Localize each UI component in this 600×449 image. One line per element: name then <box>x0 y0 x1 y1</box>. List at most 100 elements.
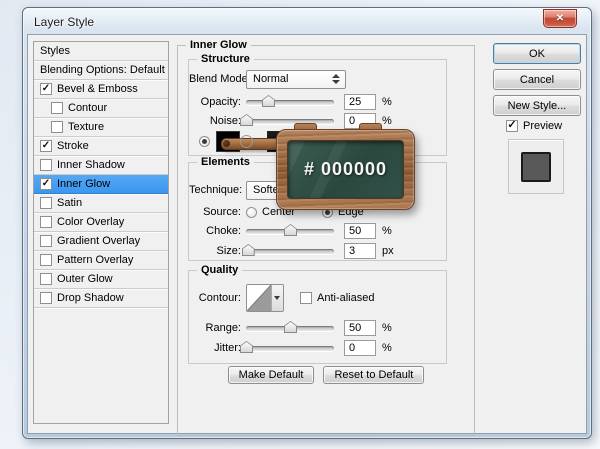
choke-row: Choke: % <box>189 221 442 241</box>
style-preview-swatch <box>521 152 551 182</box>
layer-style-dialog: Layer Style ✕ Styles Blending Options: D… <box>22 7 592 439</box>
size-unit: px <box>382 245 394 257</box>
contour-row: Contour: Anti-aliased <box>189 283 442 313</box>
sidebar-item-drop-shadow[interactable]: Drop Shadow <box>34 289 168 308</box>
opacity-slider[interactable] <box>246 95 334 109</box>
slider-track[interactable] <box>246 119 334 124</box>
sidebar-item-contour[interactable]: Contour <box>34 99 168 118</box>
updown-arrows-icon <box>332 73 340 85</box>
anti-aliased-checkbox[interactable] <box>300 292 312 304</box>
sidebar-item-pattern-overlay[interactable]: Pattern Overlay <box>34 251 168 270</box>
choke-unit: % <box>382 225 392 237</box>
unchecked-checkbox-icon[interactable] <box>40 235 52 247</box>
chevron-down-icon[interactable] <box>271 285 283 311</box>
range-slider[interactable] <box>246 321 334 335</box>
preview-label: Preview <box>523 120 562 132</box>
sidebar-item-satin[interactable]: Satin <box>34 194 168 213</box>
preview-checkbox[interactable]: ✓ <box>506 120 518 132</box>
slider-thumb[interactable] <box>240 341 253 353</box>
unchecked-checkbox-icon[interactable] <box>40 273 52 285</box>
sidebar-item-label: Texture <box>68 121 104 133</box>
jitter-slider[interactable] <box>246 341 334 355</box>
new-style-button[interactable]: New Style... <box>493 95 581 116</box>
ok-button[interactable]: OK <box>493 43 581 64</box>
action-column: OK Cancel New Style... ✓ Preview <box>493 35 581 433</box>
tooltip-chalkboard: # 000000 <box>287 140 404 199</box>
cancel-button[interactable]: Cancel <box>493 69 581 90</box>
sidebar-item-label: Inner Shadow <box>57 159 125 171</box>
unchecked-checkbox-icon[interactable] <box>40 254 52 266</box>
sidebar-item-inner-shadow[interactable]: Inner Shadow <box>34 156 168 175</box>
gradient-radio[interactable] <box>240 135 253 148</box>
checked-checkbox-icon[interactable]: ✓ <box>40 140 52 152</box>
choke-slider[interactable] <box>246 224 334 238</box>
slider-track[interactable] <box>246 249 334 254</box>
sidebar-item-label: Color Overlay <box>57 216 124 228</box>
size-input[interactable] <box>344 243 376 259</box>
sidebar-item-label: Stroke <box>57 140 89 152</box>
elements-title: Elements <box>197 156 254 168</box>
sidebar-item-stroke[interactable]: ✓ Stroke <box>34 137 168 156</box>
noise-slider[interactable] <box>246 114 334 128</box>
source-center-radio[interactable] <box>246 207 257 218</box>
contour-picker[interactable] <box>246 284 284 312</box>
make-default-button[interactable]: Make Default <box>228 366 315 384</box>
range-label: Range: <box>189 322 241 334</box>
sidebar-item-label: Inner Glow <box>57 178 110 190</box>
unchecked-checkbox-icon[interactable] <box>40 292 52 304</box>
sidebar-item-blending-options-default[interactable]: Blending Options: Default <box>34 61 168 80</box>
jitter-input[interactable] <box>344 340 376 356</box>
sidebar-item-bevel-emboss[interactable]: ✓Bevel & Emboss <box>34 80 168 99</box>
slider-thumb[interactable] <box>240 114 253 126</box>
checked-checkbox-icon[interactable]: ✓ <box>40 178 52 190</box>
sidebar-item-color-overlay[interactable]: Color Overlay <box>34 213 168 232</box>
range-input[interactable] <box>344 320 376 336</box>
sidebar-item-inner-glow[interactable]: ✓ Inner Glow <box>34 175 168 194</box>
size-slider[interactable] <box>246 244 334 258</box>
sidebar-item-gradient-overlay[interactable]: Gradient Overlay <box>34 232 168 251</box>
slider-track[interactable] <box>246 100 334 105</box>
unchecked-checkbox-icon[interactable] <box>40 197 52 209</box>
size-label: Size: <box>189 245 241 257</box>
size-row: Size: px <box>189 241 442 261</box>
title-bar[interactable]: Layer Style ✕ <box>23 8 591 35</box>
sidebar-item-texture[interactable]: Texture <box>34 118 168 137</box>
anti-aliased-label: Anti-aliased <box>317 292 374 304</box>
color-radio[interactable] <box>199 136 210 147</box>
blend-mode-value: Normal <box>253 73 288 85</box>
inner-glow-panel: Inner Glow Structure Blend Mode: Normal … <box>177 45 475 436</box>
contour-label: Contour: <box>189 292 241 304</box>
sidebar-item-label: Blending Options: Default <box>40 64 165 76</box>
checked-checkbox-icon[interactable]: ✓ <box>40 83 52 95</box>
reset-to-default-button[interactable]: Reset to Default <box>323 366 424 384</box>
sidebar-item-label: Satin <box>57 197 82 209</box>
color-hex-tooltip: # 000000 <box>276 129 415 210</box>
unchecked-checkbox-icon[interactable] <box>51 121 63 133</box>
preview-panel <box>508 139 564 194</box>
slider-thumb[interactable] <box>262 95 275 107</box>
slider-thumb[interactable] <box>242 244 255 256</box>
jitter-row: Jitter: % <box>189 338 442 358</box>
technique-label: Technique: <box>189 184 241 196</box>
dialog-content: Styles Blending Options: Default ✓Bevel &… <box>27 34 587 434</box>
blend-mode-select[interactable]: Normal <box>246 70 346 89</box>
styles-list-header: Styles <box>34 42 168 61</box>
opacity-input[interactable] <box>344 94 376 110</box>
close-button[interactable]: ✕ <box>543 9 577 28</box>
panel-title: Inner Glow <box>186 39 251 51</box>
sidebar-item-label: Drop Shadow <box>57 292 124 304</box>
styles-list: Styles Blending Options: Default ✓Bevel &… <box>33 41 169 424</box>
opacity-label: Opacity: <box>189 96 241 108</box>
unchecked-checkbox-icon[interactable] <box>51 102 63 114</box>
unchecked-checkbox-icon[interactable] <box>40 159 52 171</box>
unchecked-checkbox-icon[interactable] <box>40 216 52 228</box>
quality-section: Quality Contour: <box>188 270 447 364</box>
source-label: Source: <box>189 206 241 218</box>
slider-thumb[interactable] <box>284 224 297 236</box>
slider-thumb[interactable] <box>284 321 297 333</box>
sidebar-item-outer-glow[interactable]: Outer Glow <box>34 270 168 289</box>
contour-thumbnail-icon <box>247 285 271 311</box>
choke-input[interactable] <box>344 223 376 239</box>
slider-track[interactable] <box>246 346 334 351</box>
window-title: Layer Style <box>34 15 94 29</box>
